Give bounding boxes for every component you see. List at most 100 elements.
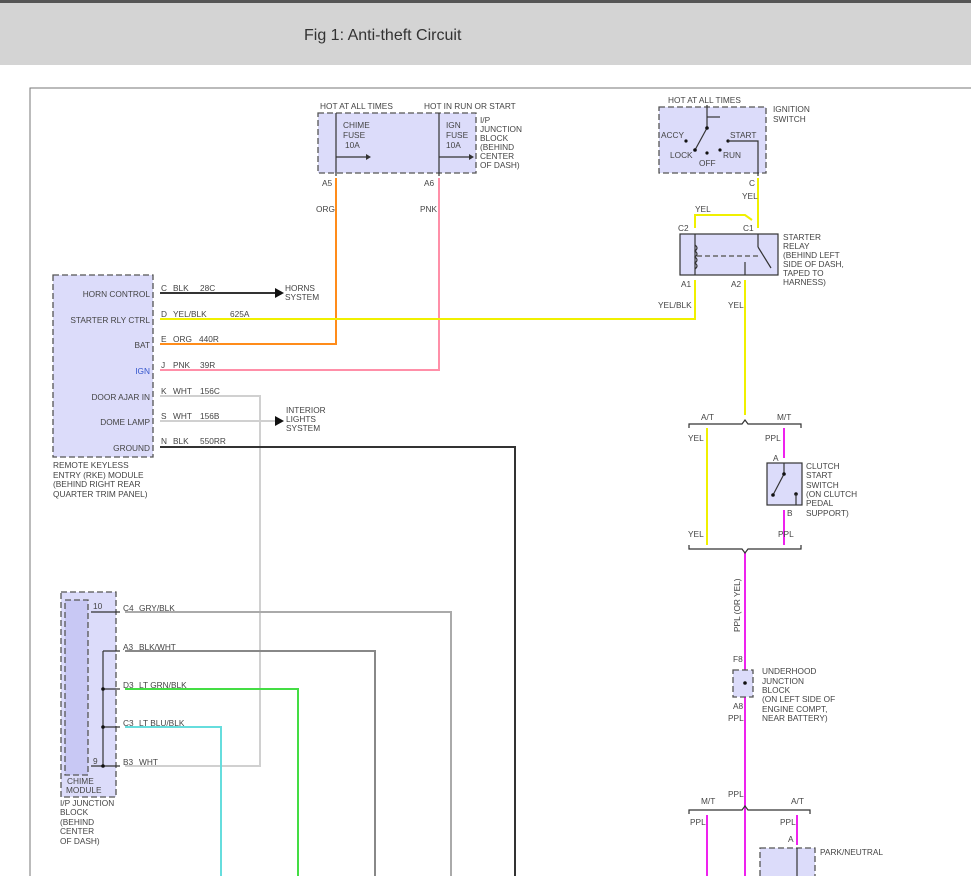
label-starter_relay-pin_c1: C1: [743, 223, 754, 233]
label-rke_module-pins-5-color: WHT: [173, 411, 192, 421]
label-ip_block_top-ign_fuse-2: 10A: [446, 140, 461, 150]
wiring-diagram: HOT AT ALL TIMES HOT IN RUN OR START CHI…: [29, 87, 971, 876]
label-chime_module-pins-2-color: LT GRN/BLK: [139, 680, 187, 690]
label-chime_module-block_label-1: BLOCK: [60, 807, 89, 817]
label-chime_module-pins-1-pin: A3: [123, 642, 134, 652]
label-rke_module-horns-1: SYSTEM: [285, 292, 319, 302]
label-chime_module-pins-1-color: BLK/WHT: [139, 642, 176, 652]
label-rke_module-pins-5-name: DOME LAMP: [100, 417, 150, 427]
label-rke_module-pins-0-name: HORN CONTROL: [83, 289, 151, 299]
label-rke_module-pins-3-pin: J: [161, 360, 165, 370]
label-rke_module-pins-6-circuit: 550RR: [200, 436, 226, 446]
label-ip_block_top-label-5: OF DASH): [480, 160, 520, 170]
label-rke_module-pins-6-pin: N: [161, 436, 167, 446]
label-rke_module-pins-1-circuit: 625A: [230, 309, 250, 319]
label-transmission_split_1-at_wire: YEL: [688, 433, 704, 443]
label-rke_module-pins-3-name: IGN: [135, 366, 150, 376]
label-chime_module-pins-4-pin: B3: [123, 757, 134, 767]
label-clutch_switch-label-5: SUPPORT): [806, 508, 849, 518]
label-rke_module-pins-4-circuit: 156C: [200, 386, 220, 396]
label-rke_module-pins-2-color: ORG: [173, 334, 192, 344]
label-rke_module-pins-0-pin: C: [161, 283, 167, 293]
label-park_neutral-label: PARK/NEUTRAL: [820, 847, 883, 857]
label-ignition_switch-lock: LOCK: [670, 150, 693, 160]
label-ip_block_top-ign_fuse-0: IGN: [446, 120, 461, 130]
label-rke_module-pins-2-circuit: 440R: [199, 334, 219, 344]
label-chime_module-inner_9: 9: [93, 756, 98, 766]
label-rke_module-pins-4-pin: K: [161, 386, 167, 396]
label-chime_module-pins-3-pin: C3: [123, 718, 134, 728]
label-ip_block_top-wire_org: ORG: [316, 204, 335, 214]
label-transmission_split_2-pin_a: A: [788, 834, 794, 844]
label-ignition_switch-run: RUN: [723, 150, 741, 160]
label-chime_module-pins-3-color: LT BLU/BLK: [139, 718, 185, 728]
label-chime_module-pins-2-pin: D3: [123, 680, 134, 690]
label-starter_relay-wire_a2: YEL: [728, 300, 744, 310]
label-transmission_split_1-at: A/T: [701, 412, 714, 422]
label-underhood_block-label-5: NEAR BATTERY): [762, 713, 828, 723]
label-ip_block_top-chime_fuse-0: CHIME: [343, 120, 370, 130]
label-rke_module-pins-1-name: STARTER RLY CTRL: [70, 315, 150, 325]
label-chime_module-block_label-4: OF DASH): [60, 836, 100, 846]
label-rke_module-label-0: REMOTE KEYLESS: [53, 460, 129, 470]
label-transmission_split_2-mt: M/T: [701, 796, 715, 806]
label-rke_module-pins-0-circuit: 28C: [200, 283, 215, 293]
vertical-wire-label: PPL (OR YEL): [732, 578, 742, 632]
label-underhood_block-pin_f8: F8: [733, 654, 743, 664]
label-rke_module-label-3: QUARTER TRIM PANEL): [53, 489, 148, 499]
label-ip_block_top-pin_a6: A6: [424, 178, 435, 188]
label-underhood_block-label-0: UNDERHOOD: [762, 666, 816, 676]
label-underhood_block-pin_a8: A8: [733, 701, 744, 711]
label-chime_module-pins-0-pin: C4: [123, 603, 134, 613]
label-starter_relay-wire_c2: YEL: [695, 204, 711, 214]
label-chime_module-block_label-3: CENTER: [60, 826, 94, 836]
label-starter_relay-wire_a1: YEL/BLK: [658, 300, 692, 310]
label-chime_module-label-1: MODULE: [66, 785, 102, 795]
label-rke_module-pins-5-pin: S: [161, 411, 167, 421]
label-rke_module-pins-4-name: DOOR AJAR IN: [91, 392, 150, 402]
label-transmission_split_1-mt_wire2: PPL: [778, 529, 794, 539]
label-starter_relay-pin_a2: A2: [731, 279, 742, 289]
label-starter_relay-pin_a1: A1: [681, 279, 692, 289]
label-ip_block_top-wire_pnk: PNK: [420, 204, 438, 214]
label-ignition_switch-accy: ACCY: [661, 130, 685, 140]
label-clutch_switch-pin_b: B: [787, 508, 793, 518]
label-rke_module-pins-2-name: BAT: [134, 340, 150, 350]
label-rke_module-pins-6-color: BLK: [173, 436, 189, 446]
label-rke_module-pins-5-circuit: 156B: [200, 411, 220, 421]
label-rke_module-label-2: (BEHIND RIGHT REAR: [53, 479, 140, 489]
label-rke_module-pins-3-color: PNK: [173, 360, 191, 370]
label-transmission_split_2-mt_wire: PPL: [690, 817, 706, 827]
label-rke_module-interior-2: SYSTEM: [286, 423, 320, 433]
label-ignition_switch-pin: C: [749, 178, 755, 188]
label-chime_module-pins-4-color: WHT: [139, 757, 158, 767]
label-ignition_switch-hot: HOT AT ALL TIMES: [668, 95, 741, 105]
label-ignition_switch-label-0: IGNITION: [773, 104, 810, 114]
label-chime_module-inner_10: 10: [93, 601, 103, 611]
label-transmission_split_1-mt_wire: PPL: [765, 433, 781, 443]
label-rke_module-pins-1-pin: D: [161, 309, 167, 319]
label-ip_block_top-hot_run: HOT IN RUN OR START: [424, 101, 516, 111]
label-transmission_split_1-at_wire2: YEL: [688, 529, 704, 539]
label-starter_relay-label-5: HARNESS): [783, 277, 826, 287]
label-chime_module-pins-0-color: GRY/BLK: [139, 603, 175, 613]
label-clutch_switch-label-1: START: [806, 470, 832, 480]
label-starter_relay-pin_c2: C2: [678, 223, 689, 233]
label-transmission_split_2-wire_in: PPL: [728, 789, 744, 799]
label-transmission_split_2-at_wire: PPL: [780, 817, 796, 827]
label-rke_module-pins-6-name: GROUND: [113, 443, 150, 453]
label-rke_module-pins-4-color: WHT: [173, 386, 192, 396]
label-ignition_switch-start: START: [730, 130, 756, 140]
label-underhood_block-label-3: (ON LEFT SIDE OF: [762, 694, 835, 704]
label-rke_module-pins-1-color: YEL/BLK: [173, 309, 207, 319]
label-ip_block_top-pin_a5: A5: [322, 178, 333, 188]
label-rke_module-pins-0-color: BLK: [173, 283, 189, 293]
label-ip_block_top-ign_fuse-1: FUSE: [446, 130, 469, 140]
label-ignition_switch-label-1: SWITCH: [773, 114, 806, 124]
label-transmission_split_2-at: A/T: [791, 796, 804, 806]
label-clutch_switch-label-4: PEDAL: [806, 498, 834, 508]
label-ip_block_top-chime_fuse-1: FUSE: [343, 130, 366, 140]
label-rke_module-pins-2-pin: E: [161, 334, 167, 344]
label-clutch_switch-pin_a: A: [773, 453, 779, 463]
label-rke_module-pins-3-circuit: 39R: [200, 360, 215, 370]
